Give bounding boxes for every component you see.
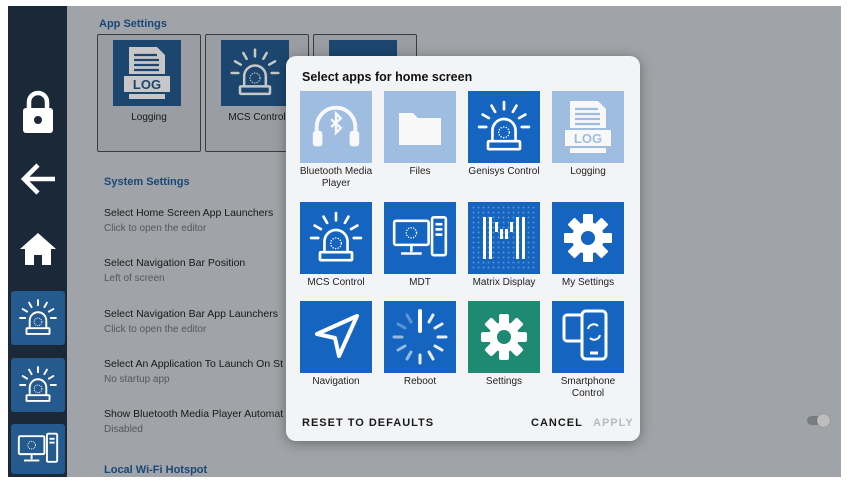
app-option-reboot[interactable]: Reboot [380,301,460,388]
navigation-bar [8,6,67,477]
app-option-files[interactable]: Files [380,91,460,178]
app-option-smartphone-control[interactable]: Smartphone Control [548,301,628,400]
reboot-icon [384,301,456,373]
svg-text:LOG: LOG [574,131,602,146]
siren-icon [300,202,372,274]
home-icon[interactable] [8,226,67,272]
log-icon: LOG [552,91,624,163]
reset-to-defaults-button[interactable]: RESET TO DEFAULTS [302,417,434,429]
folder-icon [384,91,456,163]
app-option-genisys-control[interactable]: Genisys Control [464,91,544,178]
matrix-m-icon [468,202,540,274]
select-apps-dialog: Select apps for home screen Bluetooth Me… [286,56,640,441]
genisys-control-icon[interactable] [11,358,65,412]
navigation-arrow-icon [300,301,372,373]
gear-icon [552,202,624,274]
siren-icon [468,91,540,163]
app-option-my-settings[interactable]: My Settings [548,202,628,289]
apply-button[interactable]: APPLY [593,417,634,429]
app-option-bluetooth[interactable]: Bluetooth Media Player [296,91,376,190]
bluetooth-headphones-icon [300,91,372,163]
app-option-settings[interactable]: Settings [464,301,544,388]
mdt-icon [384,202,456,274]
dialog-title: Select apps for home screen [302,70,473,84]
settings-gear-icon [468,301,540,373]
mcs-control-icon[interactable] [11,291,65,345]
smartphone-sync-icon [552,301,624,373]
cancel-button[interactable]: CANCEL [531,417,583,429]
mdt-icon[interactable] [11,424,65,474]
lock-icon[interactable] [8,84,67,140]
app-option-logging[interactable]: LOG Logging [548,91,628,178]
app-option-mcs-control[interactable]: MCS Control [296,202,376,289]
app-option-mdt[interactable]: MDT [380,202,460,289]
back-arrow-icon[interactable] [8,156,67,202]
app-option-matrix-display[interactable]: Matrix Display [464,202,544,289]
app-option-navigation[interactable]: Navigation [296,301,376,388]
